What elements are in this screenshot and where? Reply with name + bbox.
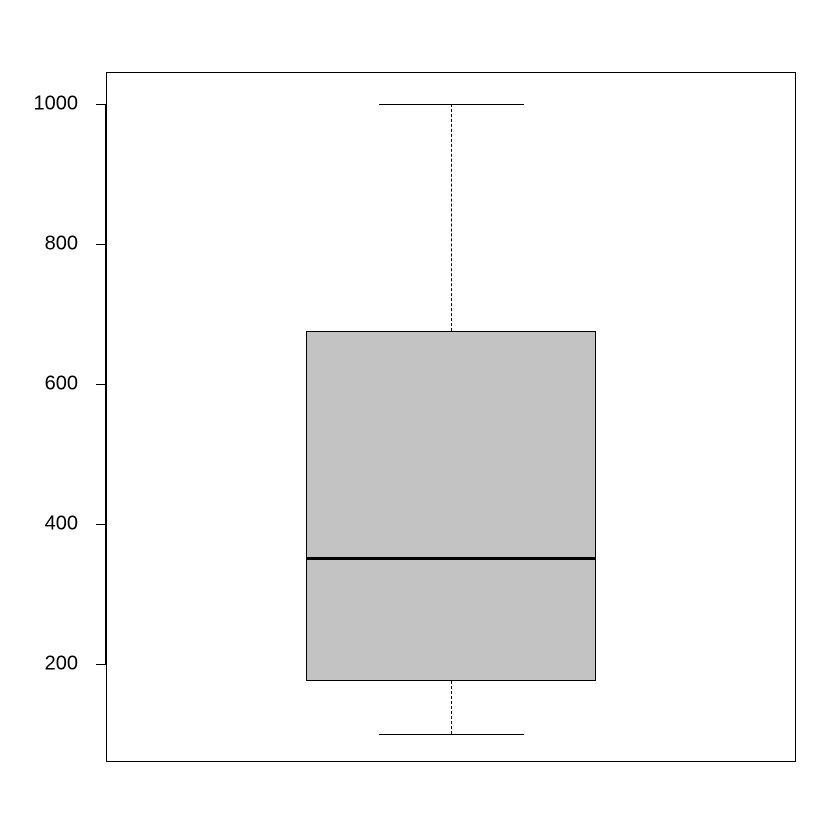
median-line — [306, 557, 596, 560]
box-iqr — [306, 331, 596, 681]
y-tick-label: 600 — [45, 372, 78, 395]
whisker-lower-cap — [379, 734, 524, 735]
y-tick — [96, 244, 106, 245]
y-tick — [96, 104, 106, 105]
y-tick-label: 800 — [45, 232, 78, 255]
y-tick — [96, 664, 106, 665]
y-tick — [96, 524, 106, 525]
y-tick-label: 200 — [45, 652, 78, 675]
whisker-lower-stem — [451, 681, 452, 734]
whisker-upper-stem — [451, 104, 452, 332]
whisker-upper-cap — [379, 104, 524, 105]
y-tick — [96, 384, 106, 385]
y-tick-label: 1000 — [34, 92, 79, 115]
y-tick-label: 400 — [45, 512, 78, 535]
